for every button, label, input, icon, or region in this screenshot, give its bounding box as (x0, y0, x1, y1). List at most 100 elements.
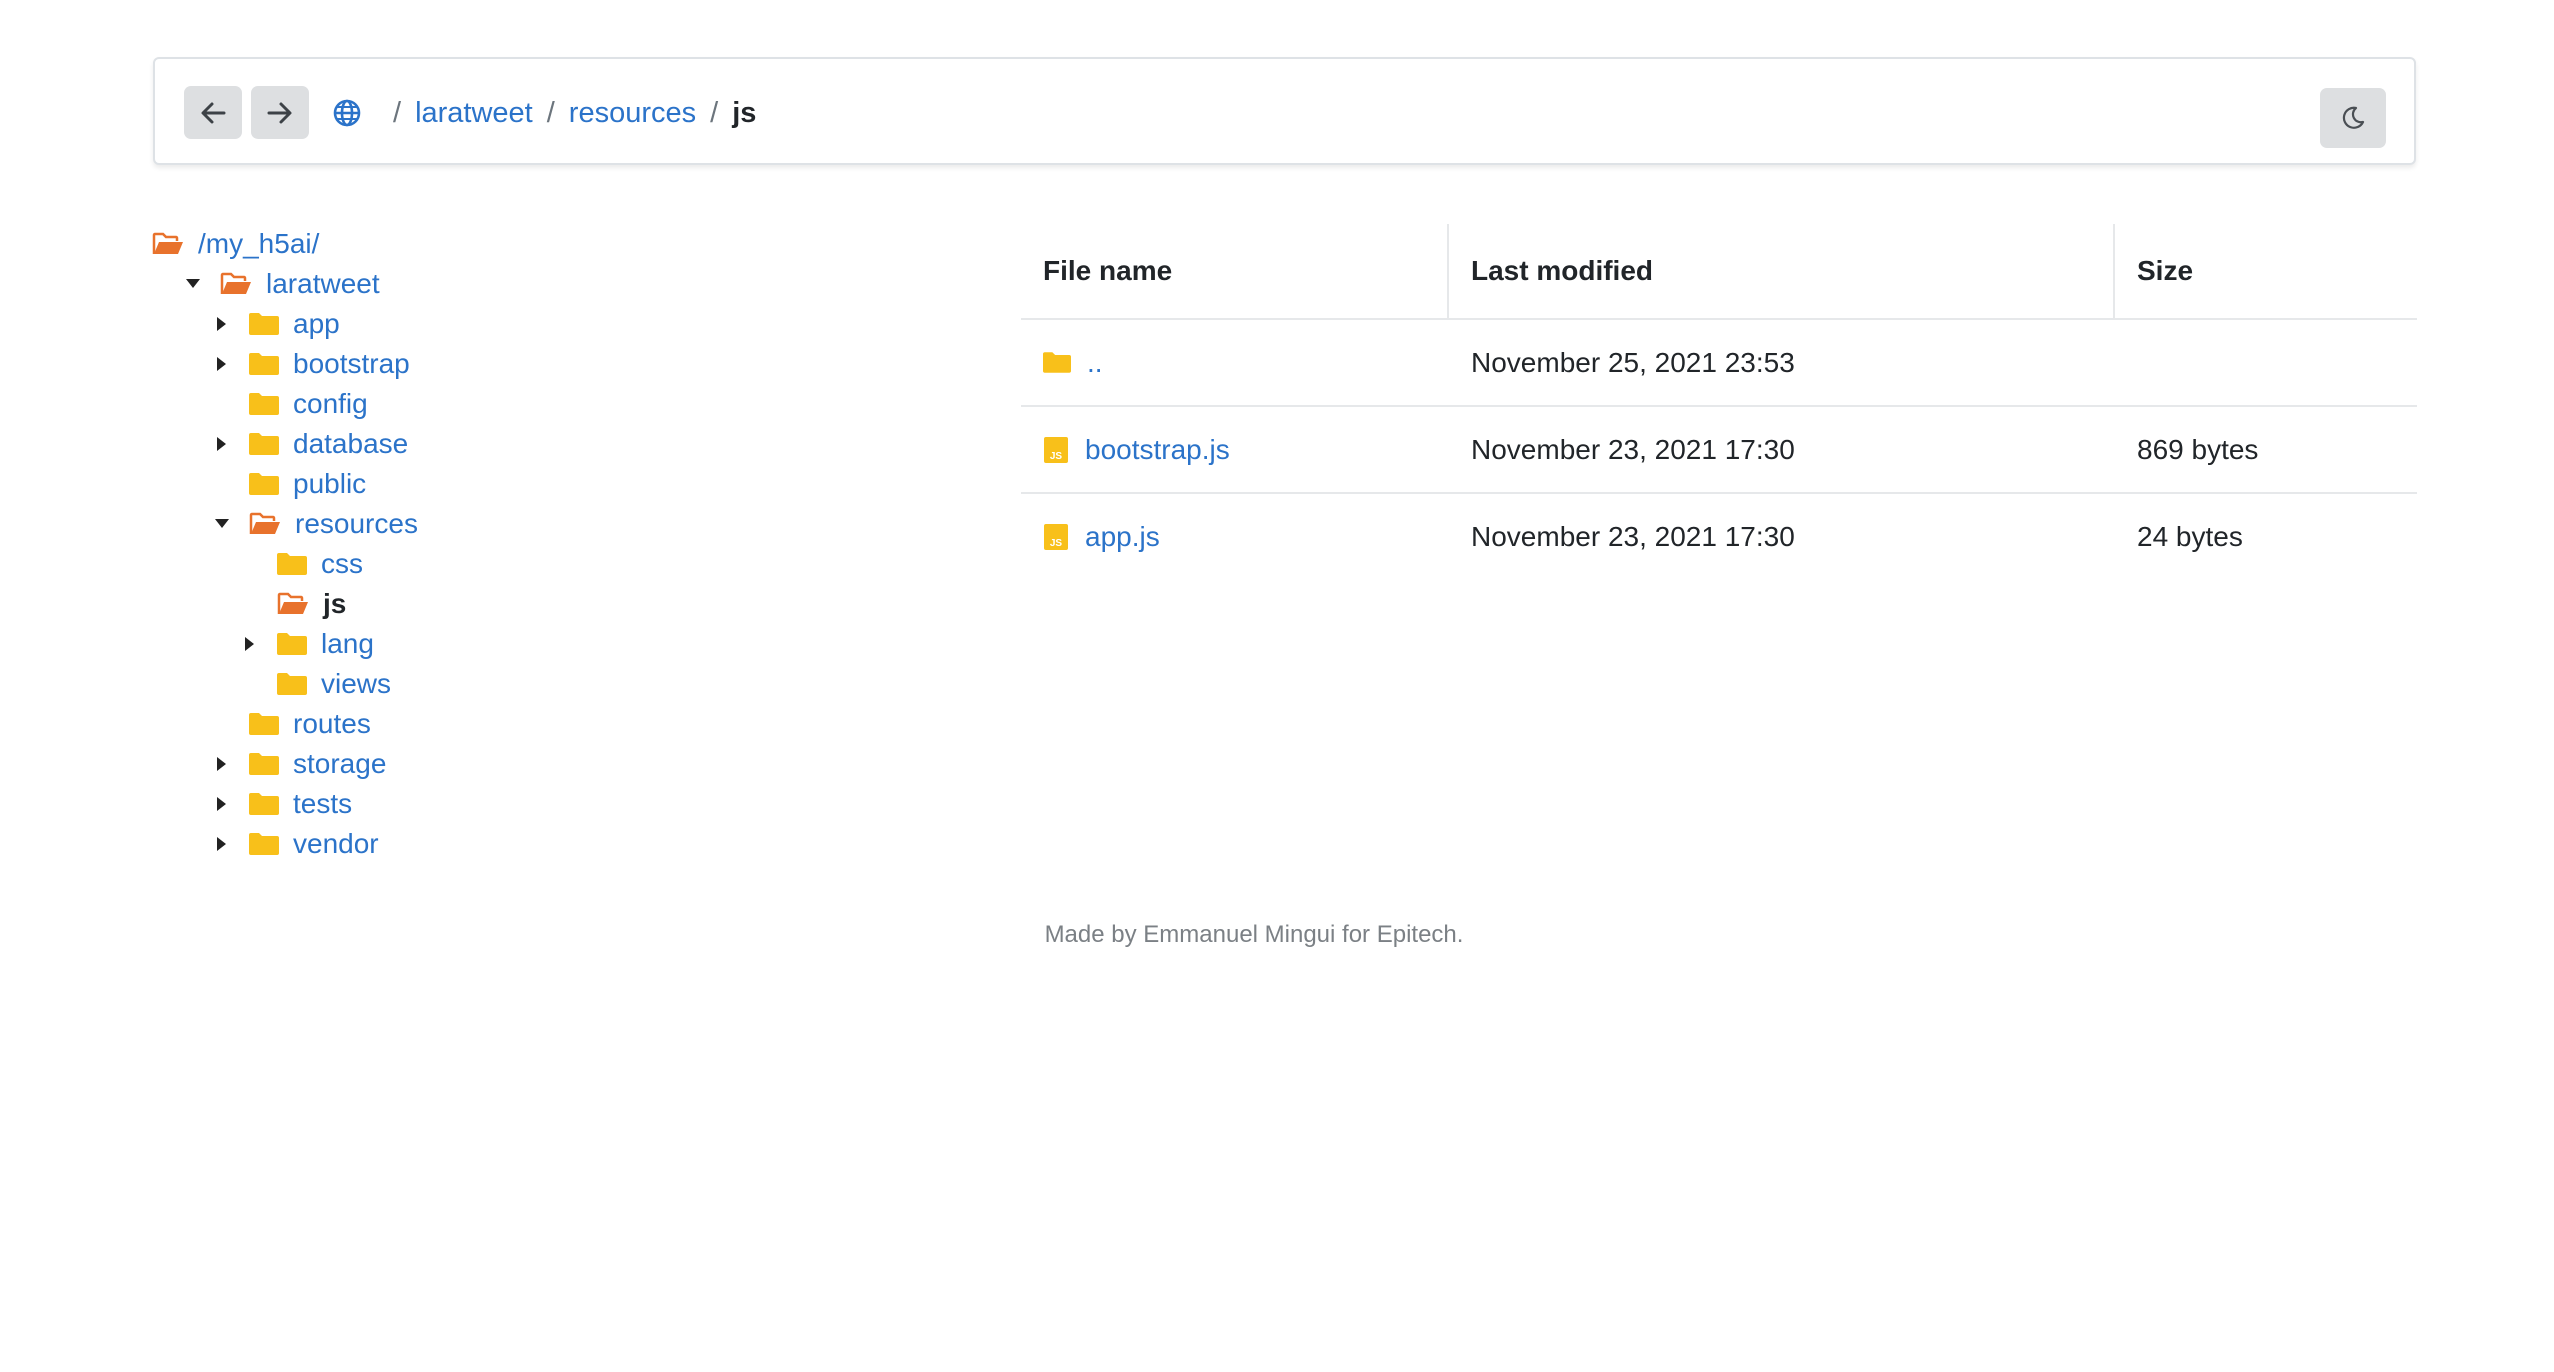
tree-item-config[interactable]: config (215, 384, 368, 424)
tree-item-css[interactable]: css (243, 544, 363, 584)
folder-icon (249, 353, 279, 375)
column-header-file-name[interactable]: File name (1021, 224, 1449, 318)
parent-directory-link[interactable]: .. (1087, 347, 1103, 379)
column-header-size[interactable]: Size (2115, 224, 2417, 318)
tree-item-label: public (293, 468, 367, 499)
folder-open-icon (249, 512, 280, 534)
last-modified-cell: November 23, 2021 17:30 (1471, 520, 1795, 552)
tree-item-label: resources (295, 508, 418, 539)
column-header-last-modified[interactable]: Last modified (1449, 224, 2115, 318)
last-modified-cell: November 23, 2021 17:30 (1471, 433, 1795, 465)
footer: Made by Emmanuel Mingui for Epitech. (0, 921, 2554, 949)
js-file-icon: JS (1044, 436, 1068, 463)
caret-right-icon[interactable] (215, 837, 229, 851)
table-row: .. November 25, 2021 23:53 (1021, 320, 2417, 407)
breadcrumb-item-js: js (732, 96, 757, 129)
tree-item-label: vendor (293, 828, 379, 859)
tree-item-label: routes (293, 708, 371, 739)
tree-item-label: database (293, 428, 409, 459)
breadcrumb-separator: / (546, 96, 555, 129)
file-link[interactable]: bootstrap.js (1085, 434, 1230, 466)
svg-text:JS: JS (1050, 538, 1063, 549)
folder-open-icon (152, 232, 183, 254)
back-button[interactable] (184, 86, 242, 139)
tree-item-js[interactable]: js (243, 584, 346, 624)
tree-item-resources[interactable]: resources (215, 504, 418, 544)
folder-icon (249, 753, 279, 775)
table-row: JS app.js November 23, 2021 17:30 24 byt… (1021, 494, 2417, 579)
folder-icon (1043, 352, 1071, 373)
tree-item-label: laratweet (266, 268, 380, 299)
folder-icon (249, 793, 279, 815)
arrow-right-icon (267, 102, 292, 123)
file-link[interactable]: app.js (1085, 521, 1160, 553)
tree-item-label: config (293, 388, 368, 419)
caret-right-icon[interactable] (215, 437, 229, 451)
breadcrumb: / laratweet / resources / js (333, 59, 756, 167)
home-link[interactable] (333, 99, 361, 127)
folder-icon (249, 833, 279, 855)
caret-right-icon[interactable] (215, 357, 229, 371)
page: / laratweet / resources / js /my_h5ai/ l… (0, 0, 2554, 1372)
tree-item-label: bootstrap (293, 348, 410, 379)
moon-icon (2342, 106, 2365, 129)
size-cell: 869 bytes (2137, 433, 2259, 465)
folder-icon (277, 633, 307, 655)
tree-item-label: app (293, 308, 340, 339)
navbar: / laratweet / resources / js (153, 57, 2416, 165)
breadcrumb-item-resources[interactable]: resources (569, 97, 696, 130)
svg-text:JS: JS (1050, 451, 1063, 462)
table-header: File name Last modified Size (1021, 224, 2417, 320)
breadcrumb-separator: / (393, 96, 402, 129)
caret-right-icon[interactable] (215, 317, 229, 331)
tree-root[interactable]: /my_h5ai/ (152, 224, 319, 264)
folder-icon (249, 313, 279, 335)
tree-item-views[interactable]: views (243, 664, 391, 704)
tree-item-routes[interactable]: routes (215, 704, 371, 744)
js-file-icon: JS (1044, 523, 1068, 550)
tree-item-label: views (321, 668, 392, 699)
file-name-cell: JS app.js (1021, 494, 1449, 579)
breadcrumb-item-laratweet[interactable]: laratweet (415, 97, 533, 130)
folder-open-icon (220, 272, 251, 294)
forward-button[interactable] (251, 86, 309, 139)
tree-item-laratweet[interactable]: laratweet (186, 264, 380, 304)
folder-icon (277, 553, 307, 575)
folder-icon (249, 473, 279, 495)
caret-right-icon[interactable] (243, 637, 257, 651)
file-table: File name Last modified Size .. November… (1021, 224, 2417, 579)
tree-item-app[interactable]: app (215, 304, 340, 344)
tree-item-label: storage (293, 748, 387, 779)
tree-item-label: lang (321, 628, 374, 659)
tree-item-storage[interactable]: storage (215, 744, 386, 784)
tree-item-label: tests (293, 788, 353, 819)
tree-item-lang[interactable]: lang (243, 624, 374, 664)
folder-icon (249, 713, 279, 735)
table-row: JS bootstrap.js November 23, 2021 17:30 … (1021, 407, 2417, 494)
last-modified-cell: November 25, 2021 23:53 (1471, 346, 1795, 378)
tree-item-public[interactable]: public (215, 464, 366, 504)
tree-item-database[interactable]: database (215, 424, 408, 464)
size-cell (2115, 320, 2417, 405)
caret-down-icon[interactable] (215, 517, 229, 531)
caret-right-icon[interactable] (215, 757, 229, 771)
breadcrumb-separator: / (710, 96, 719, 129)
folder-icon (249, 393, 279, 415)
caret-right-icon[interactable] (215, 797, 229, 811)
file-name-cell: JS bootstrap.js (1021, 407, 1449, 492)
caret-down-icon[interactable] (186, 277, 200, 291)
footer-text: Made by Emmanuel Mingui for Epitech. (1044, 921, 1464, 948)
folder-icon (249, 433, 279, 455)
globe-icon (333, 99, 361, 127)
folder-icon (277, 673, 307, 695)
tree-item-tests[interactable]: tests (215, 784, 352, 824)
folder-open-icon (277, 592, 308, 614)
arrow-left-icon (201, 102, 226, 123)
tree-item-label: css (321, 548, 363, 579)
size-cell: 24 bytes (2137, 520, 2243, 552)
tree-item-bootstrap[interactable]: bootstrap (215, 344, 410, 384)
tree-root-label: /my_h5ai/ (198, 228, 320, 259)
theme-toggle-button[interactable] (2320, 88, 2386, 148)
tree-item-label: js (323, 588, 347, 619)
tree-item-vendor[interactable]: vendor (215, 824, 379, 864)
